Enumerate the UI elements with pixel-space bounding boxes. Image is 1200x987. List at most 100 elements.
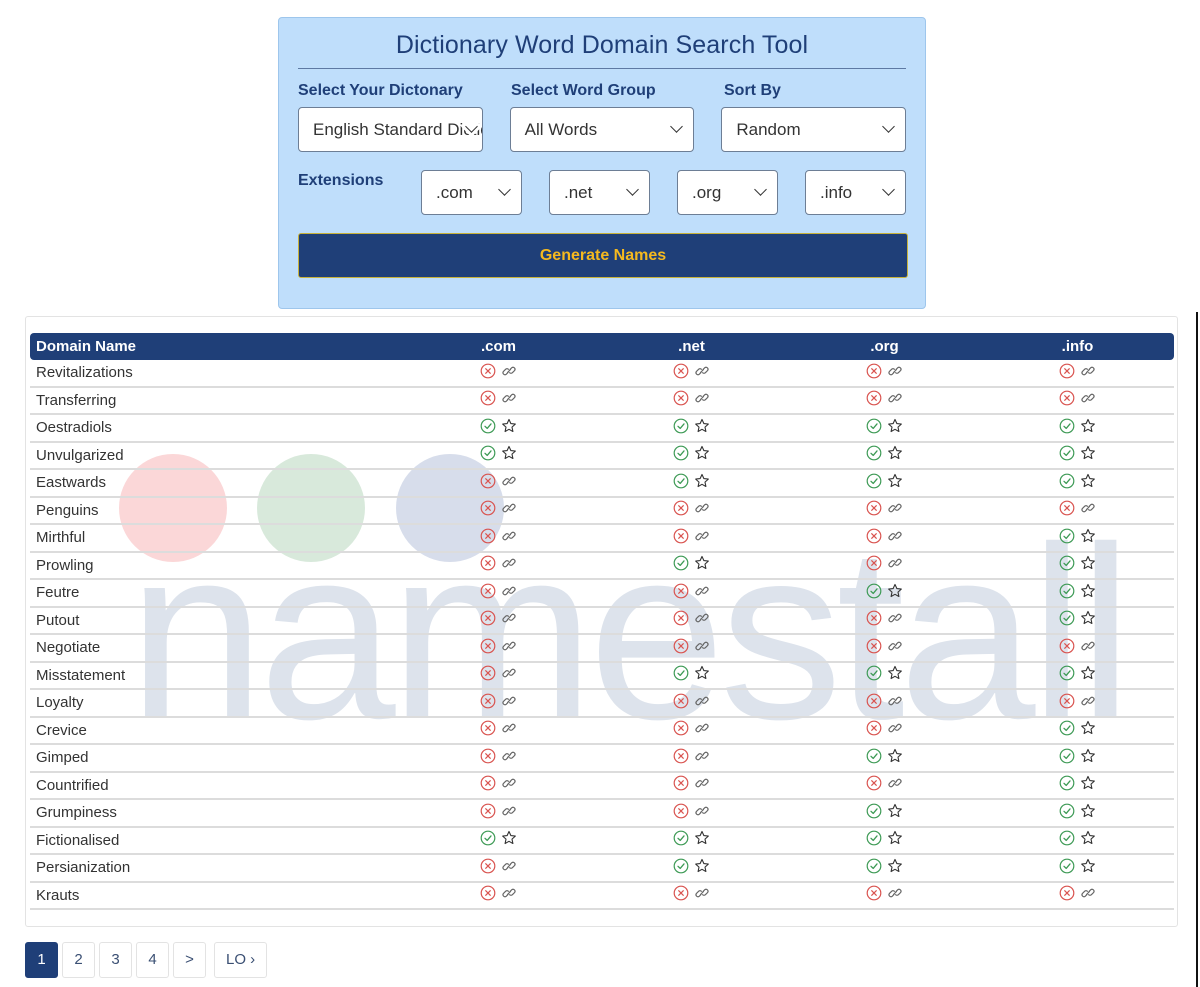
star-icon[interactable] [887,858,903,874]
link-icon[interactable] [694,638,710,654]
generate-names-button[interactable]: Generate Names [298,233,908,278]
link-icon[interactable] [501,885,517,901]
link-icon[interactable] [694,748,710,764]
link-icon[interactable] [501,583,517,599]
star-icon[interactable] [887,830,903,846]
link-icon[interactable] [501,858,517,874]
star-icon[interactable] [501,830,517,846]
page-button-1[interactable]: 1 [25,942,58,978]
star-icon[interactable] [887,748,903,764]
link-icon[interactable] [694,803,710,819]
extension-select-4[interactable]: .info [805,170,906,215]
star-icon[interactable] [694,830,710,846]
star-icon[interactable] [1080,583,1096,599]
extension-select-3[interactable]: .org [677,170,778,215]
taken-status [480,390,517,406]
star-icon[interactable] [1080,473,1096,489]
star-icon[interactable] [1080,748,1096,764]
sort-select[interactable]: Random [721,107,907,152]
star-icon[interactable] [501,445,517,461]
link-icon[interactable] [501,748,517,764]
link-icon[interactable] [887,500,903,516]
link-icon[interactable] [694,610,710,626]
link-icon[interactable] [694,885,710,901]
link-icon[interactable] [1080,390,1096,406]
extension-select-2[interactable]: .net [549,170,650,215]
word-group-select[interactable]: All Words [509,107,695,152]
link-icon[interactable] [501,473,517,489]
link-icon[interactable] [694,583,710,599]
page-button-3[interactable]: 3 [99,942,132,978]
star-icon[interactable] [1080,610,1096,626]
status-cell-info [981,718,1174,745]
star-icon[interactable] [887,445,903,461]
link-icon[interactable] [694,528,710,544]
link-icon[interactable] [694,775,710,791]
last-page-button[interactable]: LO › [214,942,268,978]
extension-select-1[interactable]: .com [421,170,522,215]
star-icon[interactable] [1080,858,1096,874]
link-icon[interactable] [501,500,517,516]
link-icon[interactable] [501,775,517,791]
link-icon[interactable] [694,363,710,379]
link-icon[interactable] [501,720,517,736]
star-icon[interactable] [694,418,710,434]
link-icon[interactable] [694,390,710,406]
link-icon[interactable] [501,363,517,379]
link-icon[interactable] [694,720,710,736]
star-icon[interactable] [1080,555,1096,571]
star-icon[interactable] [694,858,710,874]
link-icon[interactable] [501,555,517,571]
star-icon[interactable] [887,665,903,681]
star-icon[interactable] [1080,418,1096,434]
star-icon[interactable] [694,665,710,681]
link-icon[interactable] [694,693,710,709]
link-icon[interactable] [887,693,903,709]
star-icon[interactable] [694,473,710,489]
star-icon[interactable] [887,803,903,819]
link-icon[interactable] [887,528,903,544]
link-icon[interactable] [1080,693,1096,709]
star-icon[interactable] [501,418,517,434]
star-icon[interactable] [1080,803,1096,819]
link-icon[interactable] [501,803,517,819]
link-icon[interactable] [501,693,517,709]
star-icon[interactable] [887,418,903,434]
link-icon[interactable] [1080,638,1096,654]
link-icon[interactable] [887,720,903,736]
star-icon[interactable] [1080,528,1096,544]
link-icon[interactable] [887,638,903,654]
dictionary-select[interactable]: English Standard Dictionary [298,107,483,152]
pagination: 1 2 3 4 > LO › [25,942,268,978]
link-icon[interactable] [501,665,517,681]
star-icon[interactable] [1080,720,1096,736]
page-button-2[interactable]: 2 [62,942,95,978]
x-circle-icon [866,693,882,709]
link-icon[interactable] [501,610,517,626]
page-button-4[interactable]: 4 [136,942,169,978]
link-icon[interactable] [501,390,517,406]
link-icon[interactable] [887,363,903,379]
link-icon[interactable] [694,500,710,516]
link-icon[interactable] [887,555,903,571]
link-icon[interactable] [887,390,903,406]
link-icon[interactable] [1080,500,1096,516]
star-icon[interactable] [1080,445,1096,461]
link-icon[interactable] [1080,885,1096,901]
link-icon[interactable] [887,610,903,626]
star-icon[interactable] [887,583,903,599]
next-page-button[interactable]: > [173,942,206,978]
link-icon[interactable] [501,638,517,654]
star-icon[interactable] [694,555,710,571]
star-icon[interactable] [1080,775,1096,791]
taken-status [480,775,517,791]
taken-status [480,638,517,654]
link-icon[interactable] [887,775,903,791]
star-icon[interactable] [694,445,710,461]
star-icon[interactable] [887,473,903,489]
link-icon[interactable] [501,528,517,544]
star-icon[interactable] [1080,830,1096,846]
star-icon[interactable] [1080,665,1096,681]
link-icon[interactable] [1080,363,1096,379]
link-icon[interactable] [887,885,903,901]
